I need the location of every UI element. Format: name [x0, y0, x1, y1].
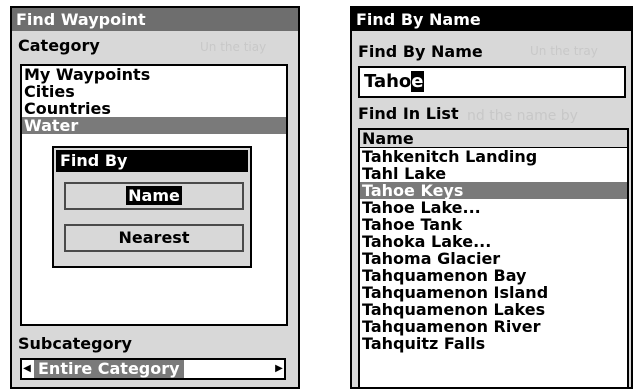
find-in-list-label: Find In List: [358, 104, 459, 123]
category-item-countries[interactable]: Countries: [22, 100, 286, 117]
list-item[interactable]: Tahl Lake: [360, 165, 627, 182]
find-by-name-screen: Find By Name Find By Name Un the tray Ta…: [350, 6, 633, 389]
text-cursor: e: [411, 71, 424, 92]
list-item[interactable]: Tahoka Lake...: [360, 233, 627, 250]
results-list[interactable]: Name Tahkenitch Landing Tahl Lake Tahoe …: [358, 128, 629, 387]
subcategory-label: Subcategory: [18, 334, 132, 353]
nearest-button[interactable]: Nearest: [64, 224, 244, 252]
list-item[interactable]: Tahkenitch Landing: [360, 148, 627, 165]
list-item[interactable]: Tahoe Lake...: [360, 199, 627, 216]
list-item[interactable]: Tahquamenon Island: [360, 284, 627, 301]
find-by-name-label: Find By Name: [358, 42, 483, 61]
category-item-water[interactable]: Water: [22, 117, 286, 134]
list-item[interactable]: Tahquamenon River: [360, 318, 627, 335]
find-waypoint-screen: Find Waypoint Category Un the tiay My Wa…: [10, 6, 300, 389]
name-input-text: Taho: [364, 71, 412, 92]
list-item[interactable]: Tahquitz Falls: [360, 335, 627, 352]
nearest-button-label: Nearest: [118, 228, 190, 247]
subcategory-value: Entire Category: [34, 360, 184, 378]
left-arrow-icon[interactable]: ◀: [22, 360, 32, 378]
name-input[interactable]: Tahoe: [358, 66, 626, 98]
name-column-header: Name: [360, 130, 627, 148]
list-item[interactable]: Tahquamenon Bay: [360, 267, 627, 284]
category-label: Category: [18, 36, 100, 55]
popup-title: Find By: [56, 150, 248, 172]
name-button[interactable]: Name: [64, 182, 244, 210]
right-arrow-icon[interactable]: ▶: [274, 360, 284, 378]
find-by-popup: Find By Name Nearest: [52, 146, 252, 268]
name-button-label: Name: [126, 186, 182, 205]
list-item[interactable]: Tahoma Glacier: [360, 250, 627, 267]
list-item-selected[interactable]: Tahoe Keys: [360, 182, 627, 199]
subcategory-selector[interactable]: ◀ Entire Category ▶: [20, 358, 286, 380]
list-item[interactable]: Tahoe Tank: [360, 216, 627, 233]
list-item[interactable]: Tahquamenon Lakes: [360, 301, 627, 318]
screen-title: Find By Name: [352, 8, 631, 31]
category-item-cities[interactable]: Cities: [22, 83, 286, 100]
category-item-my-waypoints[interactable]: My Waypoints: [22, 66, 286, 83]
screen-title: Find Waypoint: [12, 8, 298, 31]
